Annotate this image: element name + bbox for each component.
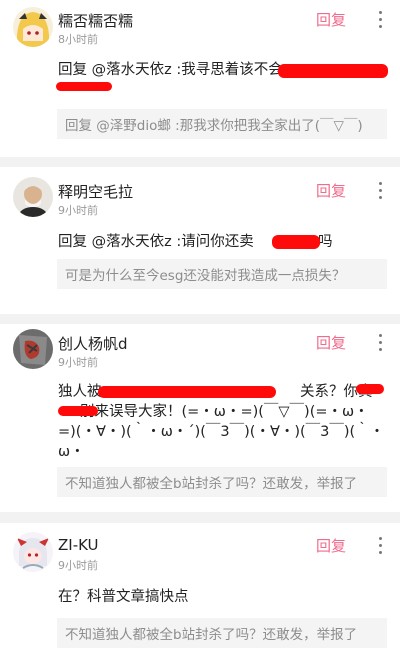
sub-reply-text: 不知道独人都被全b站封杀了吗？还敢发，举报了	[65, 476, 358, 492]
username[interactable]: ZI-KU	[58, 536, 99, 554]
redaction-mark	[278, 64, 388, 78]
content-line: 回复 @落水天依z :我寻思着该不会	[58, 62, 283, 78]
comment-card-1: 糯否糯否糯 8小时前 回复 回复 @落水天依z :我寻思着该不会 回复 @泽野d…	[0, 0, 400, 157]
divider	[0, 314, 400, 324]
comment-card-4: ZI-KU 9小时前 回复 在？科普文章搞快点 不知道独人都被全b站封杀了吗？还…	[0, 523, 400, 656]
redaction-mark	[272, 235, 320, 249]
sub-reply[interactable]: 不知道独人都被全b站封杀了吗？还敢发，举报了	[57, 618, 387, 648]
comment-content: 在？科普文章搞快点	[58, 587, 388, 607]
avatar[interactable]	[13, 329, 53, 369]
content-line: =)(・∀・)(｀・ω・´)(￣3￣)(・∀・)(￣3￣)(｀・	[58, 424, 385, 440]
more-vertical-icon[interactable]	[378, 182, 384, 200]
username[interactable]: 创人杨帆d	[58, 333, 128, 354]
more-vertical-icon[interactable]	[378, 11, 384, 29]
reply-button[interactable]: 回复	[316, 332, 346, 353]
content-line: ω・	[58, 444, 85, 460]
comment-content: 回复 @落水天依z :请问你还卖 吗	[58, 232, 388, 252]
reply-button[interactable]: 回复	[316, 535, 346, 556]
sub-reply-text: 回复 @泽野dio螂 :那我求你把我全家出了(￣▽￣)	[65, 118, 363, 134]
sub-reply[interactable]: 不知道独人都被全b站封杀了吗？还敢发，举报了	[57, 467, 387, 497]
redaction-mark	[58, 406, 98, 416]
comment-card-2: 释明空毛拉 9小时前 回复 回复 @落水天依z :请问你还卖 吗 可是为什么至今…	[0, 167, 400, 314]
timestamp: 9小时前	[58, 356, 98, 369]
more-vertical-icon[interactable]	[378, 334, 384, 352]
more-vertical-icon[interactable]	[378, 537, 384, 555]
redaction-mark	[356, 384, 384, 394]
sub-reply-text: 不知道独人都被全b站封杀了吗？还敢发，举报了	[65, 627, 358, 643]
sub-reply-text: 可是为什么至今esg还没能对我造成一点损失？	[65, 268, 346, 284]
reply-button[interactable]: 回复	[316, 180, 346, 201]
content-line: 在？科普文章搞快点	[58, 589, 189, 605]
sub-reply[interactable]: 可是为什么至今esg还没能对我造成一点损失？	[57, 259, 387, 289]
username[interactable]: 释明空毛拉	[58, 181, 133, 202]
content-line: 别来误导大家！(=・ω・=)(￣▽￣)(=・ω・	[80, 404, 369, 420]
content-line: 吗	[318, 234, 333, 250]
redaction-mark	[98, 386, 276, 398]
timestamp: 8小时前	[58, 33, 98, 46]
content-line: 回复 @落水天依z :请问你还卖	[58, 234, 254, 250]
content-line: 独人被	[58, 384, 102, 400]
divider	[0, 512, 400, 523]
avatar[interactable]	[13, 177, 53, 217]
reply-button[interactable]: 回复	[316, 9, 346, 30]
avatar[interactable]	[13, 7, 53, 47]
timestamp: 9小时前	[58, 204, 98, 217]
timestamp: 9小时前	[58, 559, 98, 572]
divider	[0, 157, 400, 167]
avatar[interactable]	[13, 532, 53, 572]
redaction-mark	[56, 82, 112, 91]
sub-reply[interactable]: 回复 @泽野dio螂 :那我求你把我全家出了(￣▽￣)	[57, 109, 387, 139]
username[interactable]: 糯否糯否糯	[58, 10, 133, 31]
comment-card-3: 创人杨帆d 9小时前 回复 独人被 关系？你真 别来误导大家！(=・ω・=)(￣…	[0, 324, 400, 512]
